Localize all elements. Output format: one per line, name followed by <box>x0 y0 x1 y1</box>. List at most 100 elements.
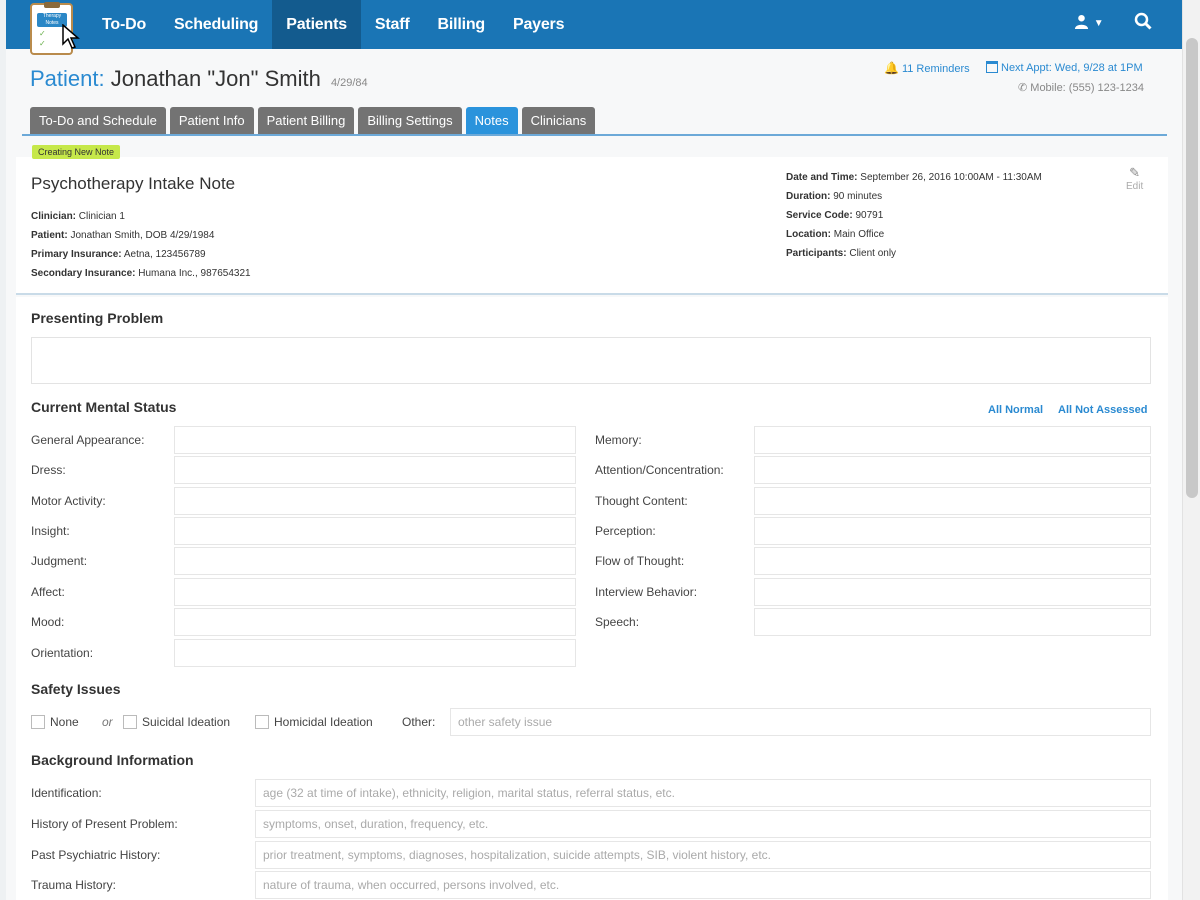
location-label: Location: <box>786 229 831 240</box>
scrollbar-thumb[interactable] <box>1186 38 1198 498</box>
page-scrollbar[interactable] <box>1182 0 1200 900</box>
identification-label: Identification: <box>31 786 102 800</box>
attention-label: Attention/Concentration: <box>595 463 724 477</box>
none-label: None <box>50 715 79 729</box>
safety-issues-heading: Safety Issues <box>31 681 121 697</box>
judgment-input[interactable] <box>174 547 576 575</box>
perception-label: Perception: <box>595 524 656 538</box>
mobile-text: Mobile: (555) 123-1234 <box>1030 82 1145 94</box>
clinician-value: Clinician 1 <box>78 211 125 222</box>
tab-notes[interactable]: Notes <box>465 107 518 135</box>
suicidal-ideation-checkbox[interactable] <box>123 715 137 729</box>
insight-input[interactable] <box>174 517 576 545</box>
nav-staff[interactable]: Staff <box>361 0 424 49</box>
perception-input[interactable] <box>754 517 1151 545</box>
participants-label: Participants: <box>786 248 847 259</box>
past-psychiatric-history-input[interactable]: prior treatment, symptoms, diagnoses, ho… <box>255 841 1151 869</box>
nav-billing[interactable]: Billing <box>423 0 498 49</box>
note-title: Psychotherapy Intake Note <box>31 174 236 193</box>
flow-of-thought-input[interactable] <box>754 547 1151 575</box>
phone-icon: ✆ <box>1018 82 1028 94</box>
thought-content-input[interactable] <box>754 487 1151 515</box>
nav-todo[interactable]: To-Do <box>88 0 160 49</box>
app-window: Therapy Notes ✓ ✓ To-Do Scheduling Patie… <box>6 0 1182 900</box>
motor-activity-label: Motor Activity: <box>31 494 106 508</box>
check-icon: ✓ <box>39 39 46 48</box>
patient-name: Jonathan "Jon" Smith <box>110 66 321 91</box>
nav-patients[interactable]: Patients <box>272 0 361 49</box>
judgment-label: Judgment: <box>31 554 88 568</box>
other-safety-issue-input[interactable]: other safety issue <box>450 708 1151 736</box>
pencil-icon: ✎ <box>1129 165 1141 180</box>
service-code-label: Service Code: <box>786 210 853 221</box>
note-form: Presenting Problem Current Mental Status… <box>16 297 1168 900</box>
attention-input[interactable] <box>754 456 1151 484</box>
tab-patient-billing[interactable]: Patient Billing <box>257 107 355 135</box>
participants-value: Client only <box>849 248 897 259</box>
nav-payers[interactable]: Payers <box>499 0 578 49</box>
history-present-problem-label: History of Present Problem: <box>31 817 178 831</box>
background-info-heading: Background Information <box>31 752 194 768</box>
speech-input[interactable] <box>754 608 1151 636</box>
dress-input[interactable] <box>174 456 576 484</box>
history-present-problem-input[interactable]: symptoms, onset, duration, frequency, et… <box>255 810 1151 838</box>
all-not-assessed-button[interactable]: All Not Assessed <box>1058 404 1147 416</box>
patient-label: Patient: <box>30 66 105 91</box>
secondary-insurance-label: Secondary Insurance: <box>31 268 136 279</box>
all-normal-button[interactable]: All Normal <box>988 404 1043 416</box>
patient-value: Jonathan Smith, DOB 4/29/1984 <box>70 230 215 241</box>
tab-todo-schedule[interactable]: To-Do and Schedule <box>30 107 166 135</box>
affect-label: Affect: <box>31 585 65 599</box>
orientation-label: Orientation: <box>31 646 94 660</box>
suicidal-ideation-label: Suicidal Ideation <box>142 715 231 729</box>
tab-clinicians[interactable]: Clinicians <box>521 107 596 135</box>
search-button[interactable] <box>1134 12 1152 35</box>
none-checkbox[interactable] <box>31 715 45 729</box>
note-header-card: Psychotherapy Intake Note Clinician: Cli… <box>16 157 1168 295</box>
next-appointment-link[interactable]: Next Appt: Wed, 9/28 at 1PM <box>986 61 1143 74</box>
orientation-input[interactable] <box>174 639 576 667</box>
caret-down-icon: ▼ <box>1093 18 1104 29</box>
mental-status-heading: Current Mental Status <box>31 399 177 415</box>
mood-label: Mood: <box>31 615 65 629</box>
user-menu-button[interactable]: ▼ <box>1074 14 1104 34</box>
trauma-history-input[interactable]: nature of trauma, when occurred, persons… <box>255 871 1151 899</box>
check-icon: ✓ <box>39 29 46 38</box>
calendar-icon <box>986 61 998 73</box>
clipboard-clip-icon <box>44 2 60 8</box>
memory-input[interactable] <box>754 426 1151 454</box>
motor-activity-input[interactable] <box>174 487 576 515</box>
reminders-text: 11 Reminders <box>901 63 970 75</box>
duration-label: Duration: <box>786 191 831 202</box>
edit-button[interactable]: ✎ Edit <box>1126 165 1143 192</box>
affect-input[interactable] <box>174 578 576 606</box>
or-text: or <box>102 715 113 729</box>
mood-input[interactable] <box>174 608 576 636</box>
tab-billing-settings[interactable]: Billing Settings <box>358 107 462 135</box>
interview-behavior-input[interactable] <box>754 578 1151 606</box>
nav-scheduling[interactable]: Scheduling <box>160 0 272 49</box>
identification-input[interactable]: age (32 at time of intake), ethnicity, r… <box>255 779 1151 807</box>
secondary-insurance-value: Humana Inc., 987654321 <box>138 268 251 279</box>
edit-label: Edit <box>1126 181 1144 192</box>
page-title: Patient: Jonathan "Jon" Smith 4/29/84 <box>30 66 368 92</box>
datetime-label: Date and Time: <box>786 172 858 183</box>
past-psychiatric-history-label: Past Psychiatric History: <box>31 848 161 862</box>
reminders-link[interactable]: 🔔 11 Reminders <box>884 61 970 75</box>
datetime-value: September 26, 2016 10:00AM - 11:30AM <box>860 172 1042 183</box>
presenting-problem-textarea[interactable] <box>31 337 1151 384</box>
mouse-cursor-icon <box>62 23 81 57</box>
creating-new-note-badge: Creating New Note <box>32 145 121 159</box>
insight-label: Insight: <box>31 524 70 538</box>
search-icon <box>1134 12 1152 30</box>
user-icon <box>1074 14 1094 33</box>
general-appearance-input[interactable] <box>174 426 576 454</box>
other-label: Other: <box>402 715 436 729</box>
tab-patient-info[interactable]: Patient Info <box>169 107 254 135</box>
interview-behavior-label: Interview Behavior: <box>595 585 698 599</box>
flow-of-thought-label: Flow of Thought: <box>595 554 685 568</box>
memory-label: Memory: <box>595 433 642 447</box>
service-code-value: 90791 <box>855 210 884 221</box>
homicidal-ideation-checkbox[interactable] <box>255 715 269 729</box>
patient-dob: 4/29/84 <box>330 77 368 89</box>
